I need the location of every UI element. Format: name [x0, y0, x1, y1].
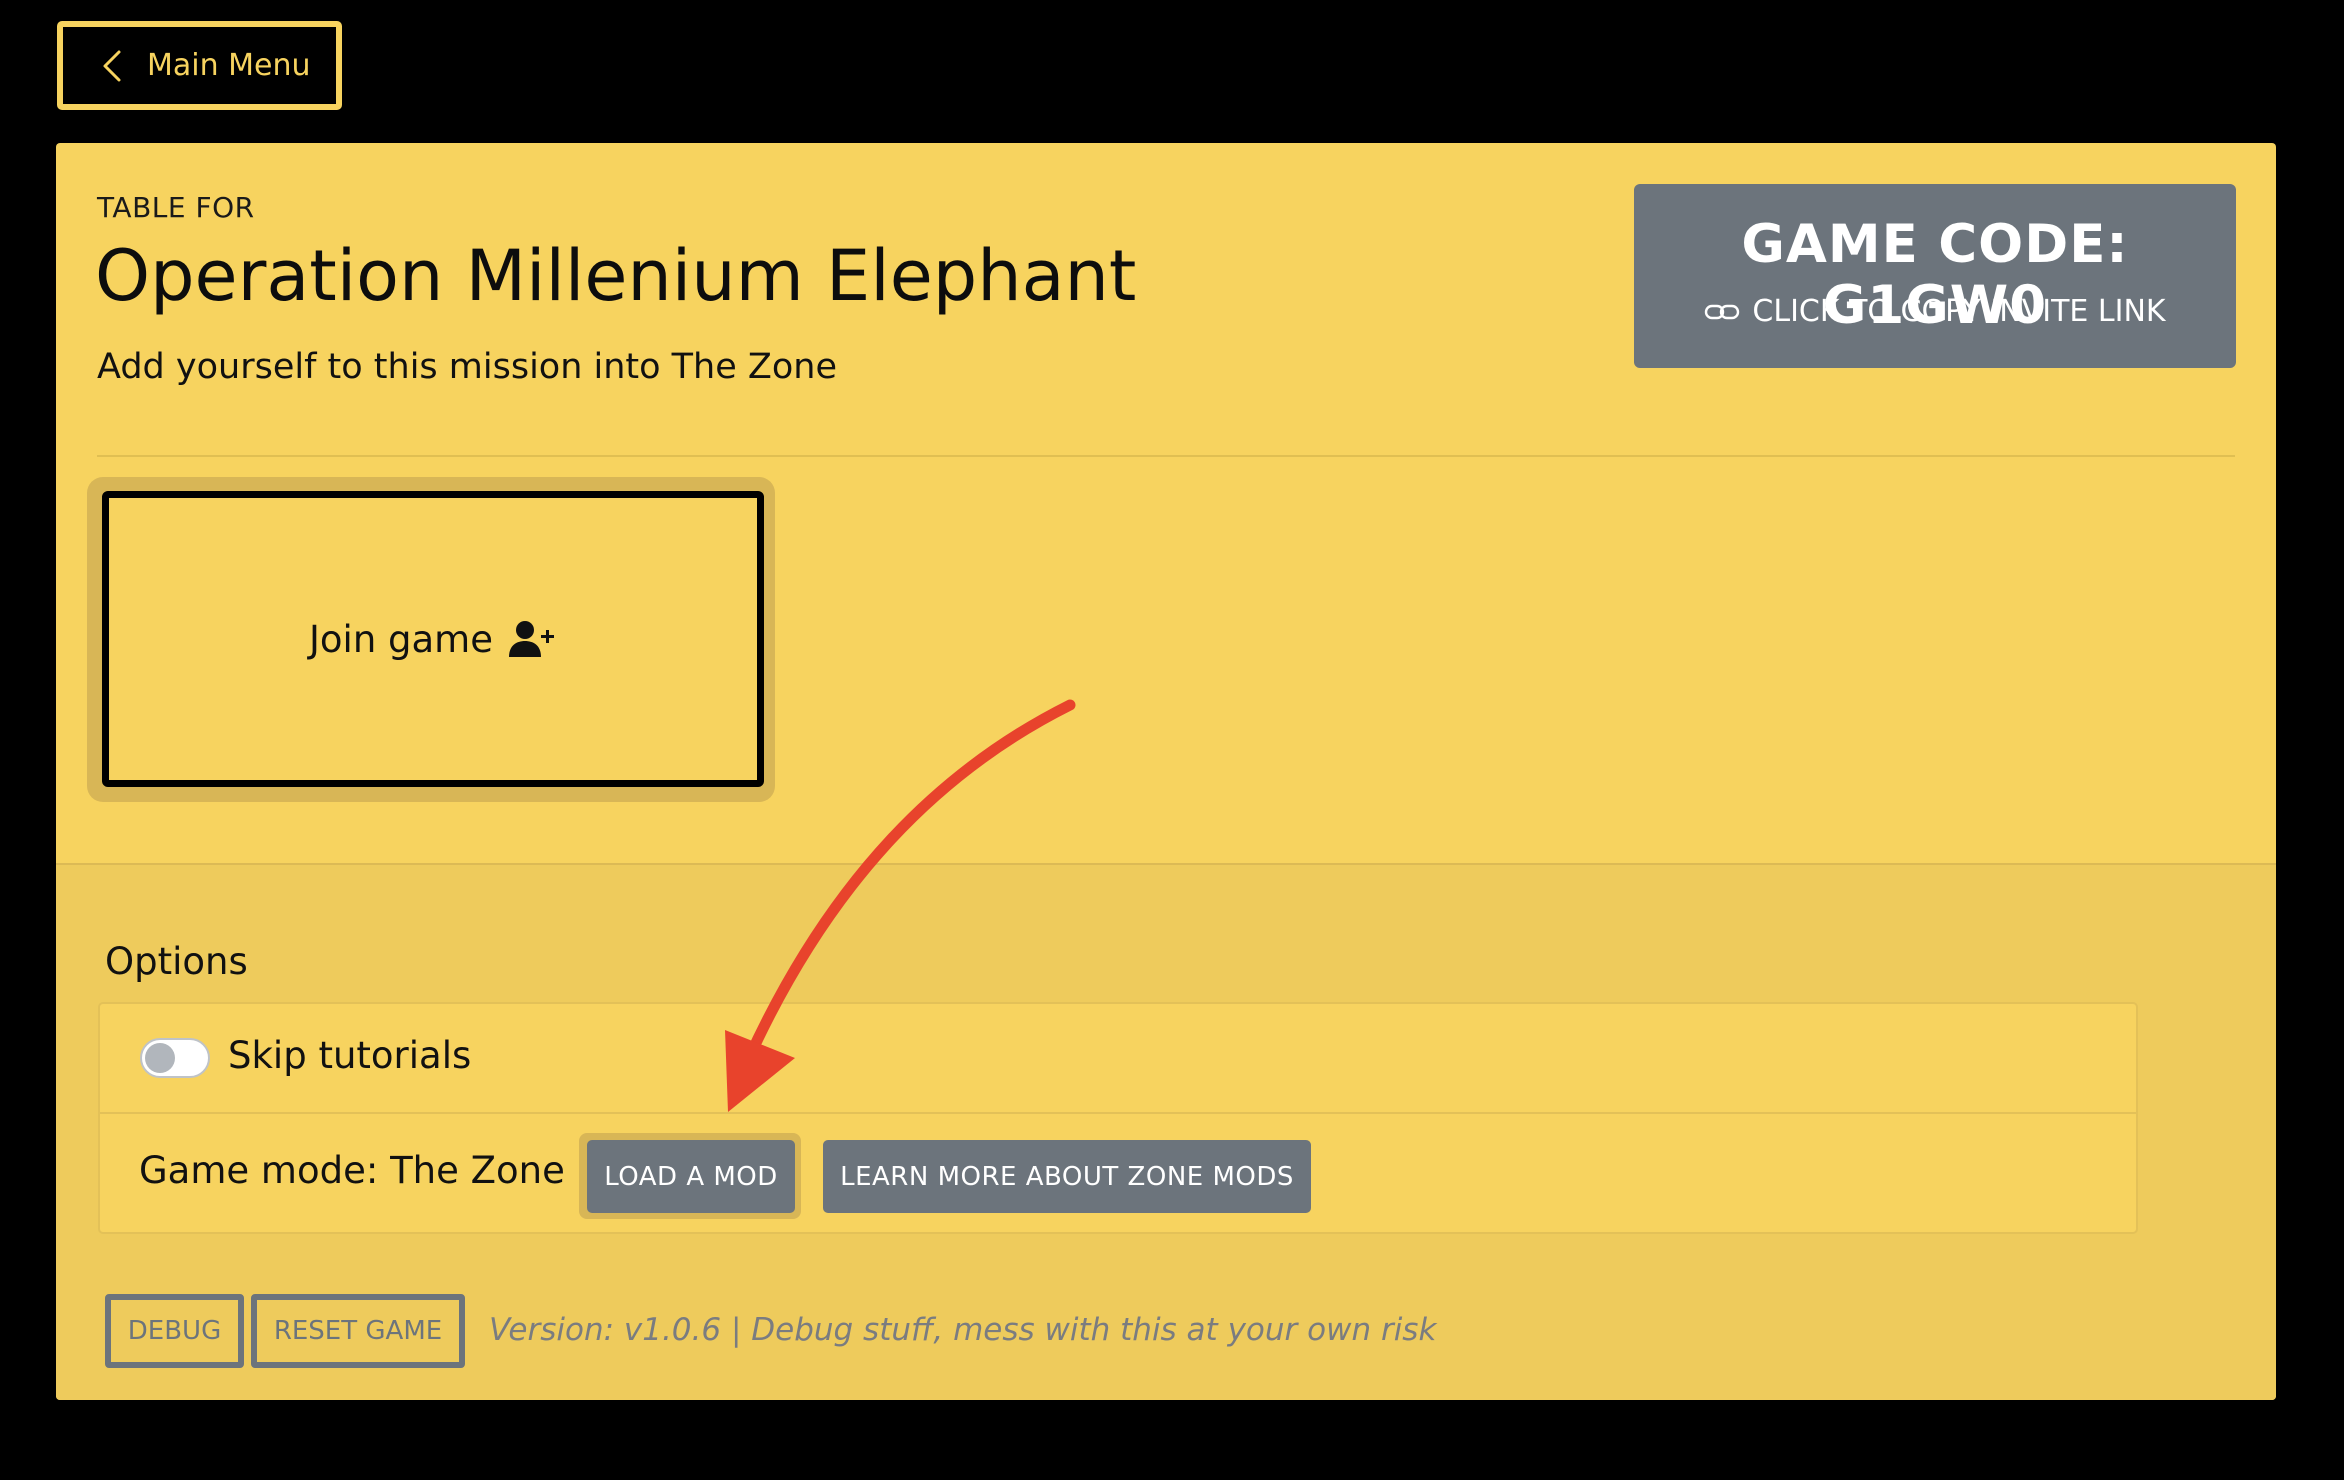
chevron-left-icon — [103, 50, 121, 81]
table-for-label: TABLE FOR — [97, 191, 255, 224]
skip-tutorials-toggle[interactable] — [140, 1038, 210, 1078]
skip-tutorials-row: Skip tutorials — [100, 1004, 2136, 1114]
main-menu-button[interactable]: Main Menu — [57, 21, 342, 110]
options-heading: Options — [105, 940, 248, 983]
link-icon — [1705, 304, 1740, 319]
game-mode-label: Game mode: The Zone — [139, 1149, 565, 1192]
user-plus-icon — [509, 621, 554, 657]
options-section: Options Skip tutorials Game mode: The Zo… — [56, 863, 2276, 1400]
header-divider — [97, 455, 2235, 457]
page-title: Operation Millenium Elephant — [95, 235, 1137, 317]
options-panel: Skip tutorials Game mode: The Zone LOAD … — [98, 1002, 2138, 1234]
join-game-button[interactable]: Join game — [102, 491, 764, 787]
load-mod-button[interactable]: LOAD A MOD — [587, 1140, 795, 1213]
main-menu-label: Main Menu — [147, 48, 311, 83]
skip-tutorials-label: Skip tutorials — [228, 1034, 472, 1077]
copy-invite-link[interactable]: CLICK TO COPY INVITE LINK — [1634, 294, 2236, 329]
page-subtitle: Add yourself to this mission into The Zo… — [97, 347, 838, 387]
game-table-card: TABLE FOR Operation Millenium Elephant A… — [56, 143, 2276, 1400]
toggle-knob — [145, 1043, 175, 1073]
debug-button[interactable]: DEBUG — [105, 1294, 244, 1368]
copy-invite-label: CLICK TO COPY INVITE LINK — [1752, 294, 2166, 329]
game-code-button[interactable]: GAME CODE: G1GW0 CLICK TO COPY INVITE LI… — [1634, 184, 2236, 368]
learn-more-zone-mods-button[interactable]: LEARN MORE ABOUT ZONE MODS — [823, 1140, 1311, 1213]
version-text: Version: v1.0.6 | Debug stuff, mess with… — [489, 1312, 1437, 1348]
join-game-label: Join game — [308, 617, 493, 661]
reset-game-button[interactable]: RESET GAME — [251, 1294, 465, 1368]
game-mode-row: Game mode: The Zone LOAD A MOD LEARN MOR… — [100, 1114, 2136, 1234]
